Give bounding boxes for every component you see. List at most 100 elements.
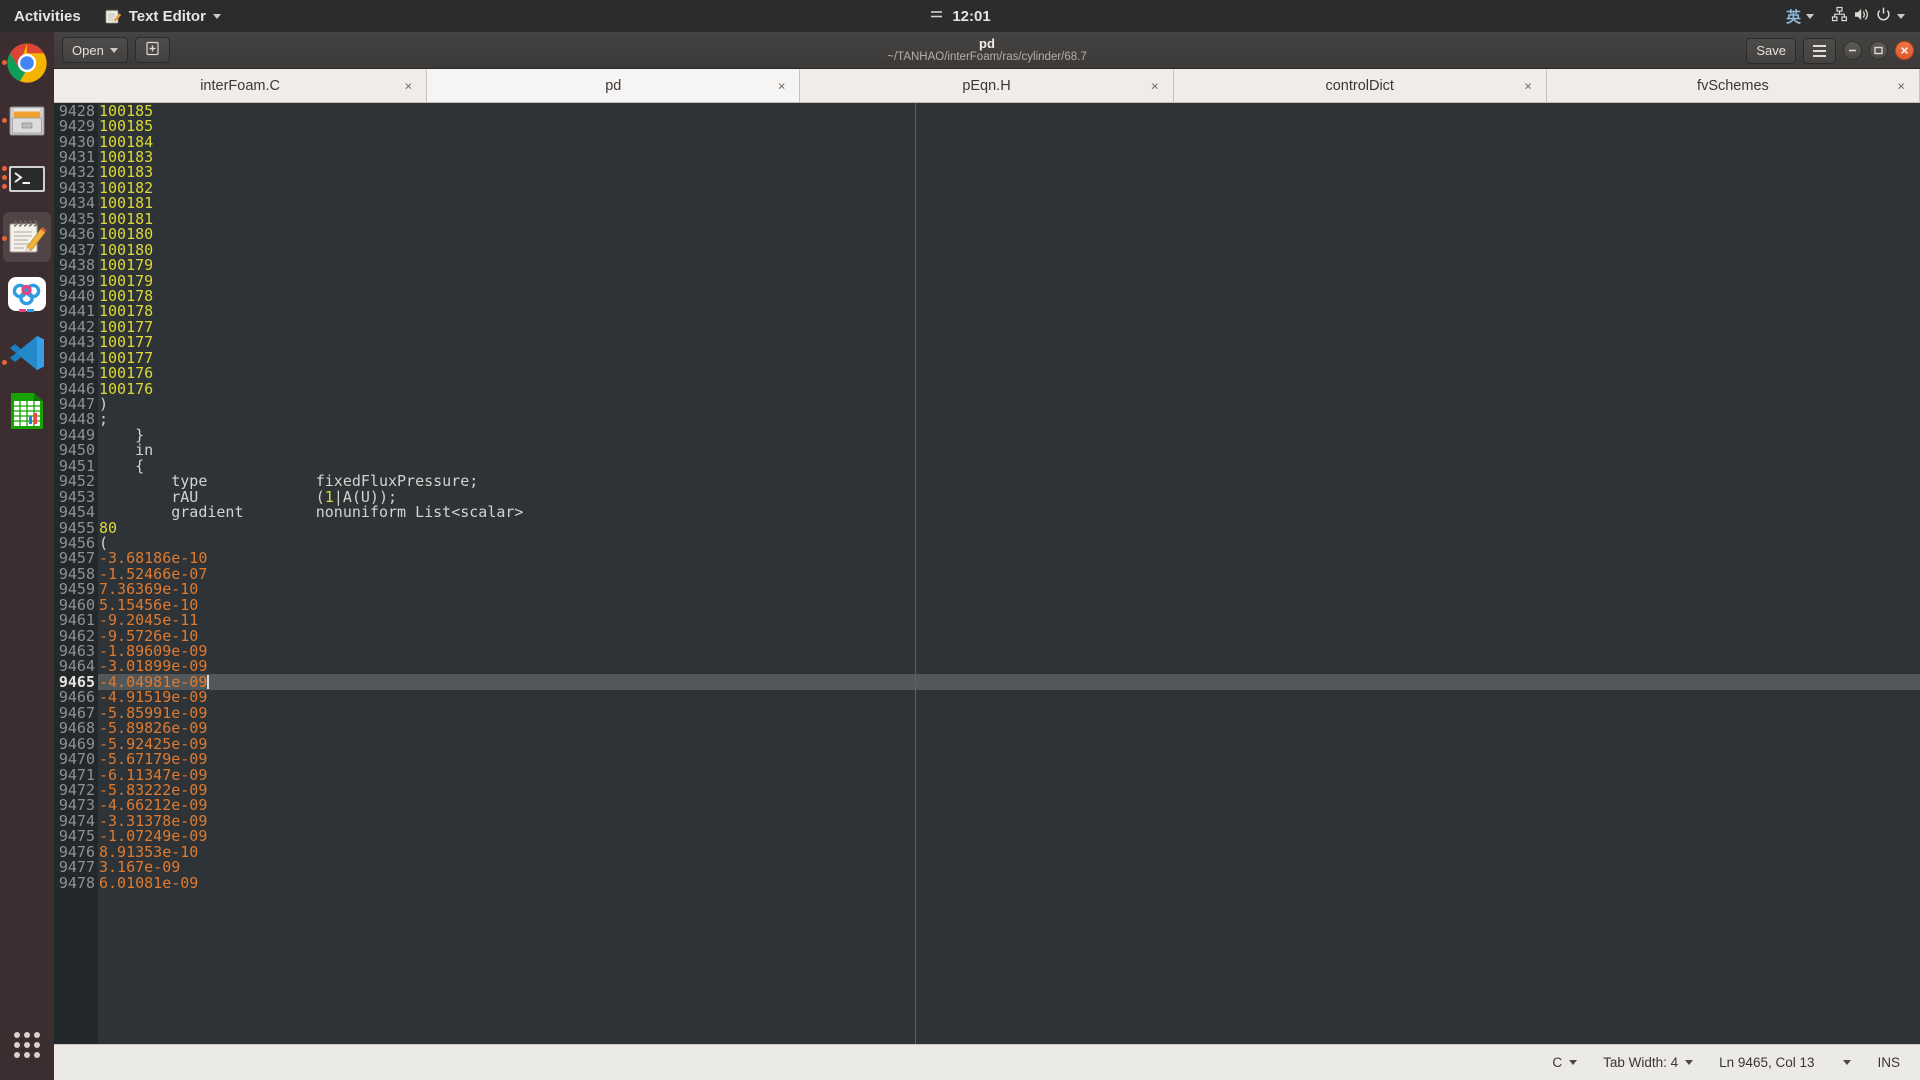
new-document-icon bbox=[145, 41, 160, 59]
line-number: 9468 bbox=[54, 721, 98, 736]
volume-icon bbox=[1853, 6, 1870, 27]
new-document-button[interactable] bbox=[135, 37, 170, 63]
line-number: 9447 bbox=[54, 396, 98, 411]
code-text: 6.01081e-09 bbox=[98, 874, 198, 892]
code-line: 9474-3.31378e-09 bbox=[54, 813, 1920, 828]
tab-width-selector[interactable]: Tab Width: 4 bbox=[1603, 1055, 1693, 1070]
tab-peqn-h[interactable]: pEqn.H × bbox=[800, 69, 1173, 102]
line-number: 9472 bbox=[54, 782, 98, 797]
dock-item-text-editor[interactable] bbox=[0, 210, 54, 264]
line-number: 9466 bbox=[54, 690, 98, 705]
code-line: 9439100179 bbox=[54, 273, 1920, 288]
tab-close-icon[interactable]: × bbox=[1151, 79, 1159, 92]
ime-label: 英 bbox=[1786, 6, 1801, 27]
line-number: 9441 bbox=[54, 304, 98, 319]
terminal-icon bbox=[6, 158, 48, 200]
save-button[interactable]: Save bbox=[1746, 38, 1796, 64]
line-number: 9438 bbox=[54, 257, 98, 272]
code-line: 9468-5.89826e-09 bbox=[54, 721, 1920, 736]
code-editor-view[interactable]: 9428100185942910018594301001849431100183… bbox=[54, 103, 1920, 1044]
code-line: 9434100181 bbox=[54, 196, 1920, 211]
code-line: 9467-5.85991e-09 bbox=[54, 705, 1920, 720]
show-applications-button[interactable] bbox=[0, 1018, 54, 1072]
tab-close-icon[interactable]: × bbox=[405, 79, 413, 92]
line-number: 9445 bbox=[54, 365, 98, 380]
code-line: 9433100182 bbox=[54, 180, 1920, 195]
code-line: 9472-5.83222e-09 bbox=[54, 782, 1920, 797]
line-number: 9446 bbox=[54, 381, 98, 396]
line-number: 9464 bbox=[54, 659, 98, 674]
dock-item-files[interactable] bbox=[0, 94, 54, 148]
tab-label: pEqn.H bbox=[962, 78, 1010, 94]
editor-status-bar: C Tab Width: 4 Ln 9465, Col 13 INS bbox=[54, 1044, 1920, 1080]
line-number: 9440 bbox=[54, 288, 98, 303]
line-number: 9475 bbox=[54, 829, 98, 844]
code-line: 9436100180 bbox=[54, 227, 1920, 242]
tab-close-icon[interactable]: × bbox=[778, 79, 786, 92]
code-line: 9450 in bbox=[54, 443, 1920, 458]
line-number: 9462 bbox=[54, 628, 98, 643]
grid-icon bbox=[14, 1032, 40, 1058]
code-line: 945580 bbox=[54, 520, 1920, 535]
line-number: 9470 bbox=[54, 751, 98, 766]
code-line: 9475-1.07249e-09 bbox=[54, 829, 1920, 844]
cursor-position-selector[interactable]: Ln 9465, Col 13 bbox=[1719, 1055, 1851, 1070]
code-lines-container: 9428100185942910018594301001849431100183… bbox=[54, 103, 1920, 890]
code-line: 94786.01081e-09 bbox=[54, 875, 1920, 890]
tab-label: pd bbox=[605, 78, 621, 94]
line-number: 9477 bbox=[54, 859, 98, 874]
tab-close-icon[interactable]: × bbox=[1897, 79, 1905, 92]
line-number: 9473 bbox=[54, 798, 98, 813]
open-button[interactable]: Open bbox=[62, 37, 128, 63]
line-number: 9467 bbox=[54, 705, 98, 720]
code-line: 9457-3.68186e-10 bbox=[54, 551, 1920, 566]
google-chrome-icon bbox=[6, 42, 48, 84]
code-line: 9471-6.11347e-09 bbox=[54, 767, 1920, 782]
tab-interfoam-c[interactable]: interFoam.C× bbox=[54, 69, 427, 102]
line-number: 9433 bbox=[54, 180, 98, 195]
chevron-down-icon bbox=[1685, 1060, 1693, 1065]
dock-item-cloud-app[interactable] bbox=[0, 268, 54, 322]
code-line: 9441100178 bbox=[54, 304, 1920, 319]
code-line: 9466-4.91519e-09 bbox=[54, 690, 1920, 705]
window-subtitle-path: ~/TANHAO/interFoam/ras/cylinder/68.7 bbox=[887, 51, 1087, 64]
clock-area[interactable]: 12:01 bbox=[0, 0, 1920, 32]
line-number: 9458 bbox=[54, 566, 98, 581]
code-line: 94605.15456e-10 bbox=[54, 597, 1920, 612]
code-line: 94773.167e-09 bbox=[54, 859, 1920, 874]
menu-button[interactable] bbox=[1803, 38, 1836, 64]
text-editor-window: Open pd ~/TANHAO/interFoam/ras/cylinder/… bbox=[54, 32, 1920, 1080]
dock-item-terminal[interactable] bbox=[0, 152, 54, 206]
document-tab-bar: interFoam.C×pd×pEqn.H×controlDict×fvSche… bbox=[54, 69, 1920, 103]
tab-fvschemes[interactable]: fvSchemes× bbox=[1547, 69, 1920, 102]
tab-controldict[interactable]: controlDict× bbox=[1174, 69, 1547, 102]
language-selector[interactable]: C bbox=[1552, 1055, 1577, 1070]
maximize-button[interactable] bbox=[1869, 41, 1888, 60]
dock-item-libreoffice-calc[interactable] bbox=[0, 384, 54, 438]
code-line: 9440100178 bbox=[54, 288, 1920, 303]
dock-item-visual-studio-code[interactable] bbox=[0, 326, 54, 380]
chevron-down-icon bbox=[213, 14, 221, 19]
line-number: 9469 bbox=[54, 736, 98, 751]
code-line: 9443100177 bbox=[54, 335, 1920, 350]
unity-launcher-dock bbox=[0, 32, 54, 1080]
input-method-indicator[interactable]: 英 bbox=[1779, 0, 1821, 32]
minimize-button[interactable] bbox=[1843, 41, 1862, 60]
code-line: 9444100177 bbox=[54, 350, 1920, 365]
close-button[interactable] bbox=[1895, 41, 1914, 60]
dock-item-google-chrome[interactable] bbox=[0, 36, 54, 90]
code-line: 9435100181 bbox=[54, 211, 1920, 226]
chevron-down-icon bbox=[1897, 14, 1905, 19]
open-label: Open bbox=[72, 43, 104, 58]
tab-close-icon[interactable]: × bbox=[1524, 79, 1532, 92]
app-menu-button[interactable]: Text Editor bbox=[93, 0, 233, 32]
code-line: 9449 } bbox=[54, 427, 1920, 442]
tab-pd[interactable]: pd × bbox=[427, 69, 800, 102]
code-line: 94768.91353e-10 bbox=[54, 844, 1920, 859]
code-line: 9431100183 bbox=[54, 149, 1920, 164]
activities-button[interactable]: Activities bbox=[0, 0, 93, 32]
text-cursor bbox=[207, 675, 209, 689]
insert-mode-indicator: INS bbox=[1877, 1055, 1900, 1070]
system-status-menu[interactable] bbox=[1824, 0, 1912, 32]
line-number: 9463 bbox=[54, 643, 98, 658]
